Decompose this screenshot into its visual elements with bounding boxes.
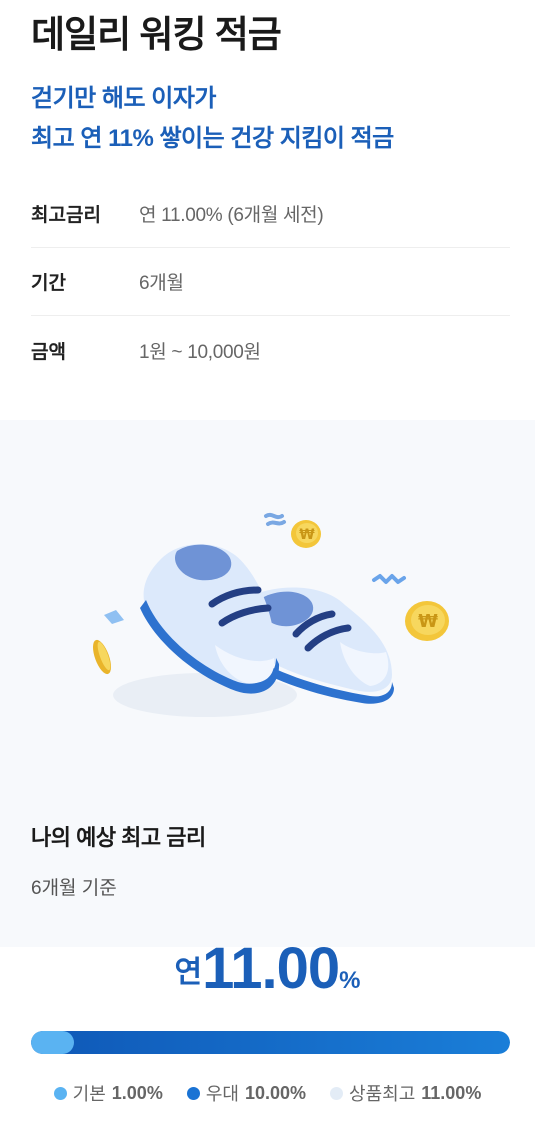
info-row-period: 기간 6개월 bbox=[31, 248, 510, 316]
legend-label: 기본 bbox=[72, 1084, 106, 1104]
info-value: 연 11.00% (6개월 세전) bbox=[139, 205, 324, 226]
preferential-rate-fill bbox=[31, 1031, 510, 1054]
expected-rate-subtitle: 6개월 기준 bbox=[31, 878, 117, 899]
info-value: 1원 ~ 10,000원 bbox=[139, 341, 261, 363]
rate-number: 11.00 bbox=[202, 936, 340, 1001]
info-value: 6개월 bbox=[139, 273, 184, 294]
subtitle-line-1: 걷기만 해도 이자가 bbox=[31, 85, 216, 112]
info-row-amount: 금액 1원 ~ 10,000원 bbox=[31, 316, 510, 384]
expected-rate-value: 연11.00% bbox=[0, 935, 535, 1002]
confetti-icon bbox=[264, 512, 286, 526]
legend-dot-preferential bbox=[186, 1086, 200, 1100]
subtitle-line-2: 최고 연 11% 쌓이는 건강 지킴이 적금 bbox=[31, 125, 394, 152]
legend-label: 우대 bbox=[205, 1084, 239, 1104]
legend-value: 1.00% bbox=[111, 1082, 163, 1103]
legend-value: 11.00% bbox=[421, 1082, 482, 1103]
sneakers-with-coins-illustration: ₩ ₩ bbox=[92, 512, 449, 717]
product-info-list: 최고금리 연 11.00% (6개월 세전) 기간 6개월 금액 1원 ~ 10… bbox=[31, 180, 510, 384]
svg-text:₩: ₩ bbox=[299, 527, 315, 543]
legend-item-base: 기본 1.00% bbox=[53, 1080, 163, 1106]
illustration-section: ₩ ₩ bbox=[0, 420, 535, 947]
coin-icon bbox=[92, 639, 112, 675]
coin-icon: ₩ bbox=[291, 520, 321, 548]
rate-prefix: 연 bbox=[174, 956, 203, 989]
rate-progress-bar bbox=[31, 1031, 510, 1054]
confetti-icon bbox=[104, 610, 124, 624]
page-title: 데일리 워킹 적금 bbox=[31, 14, 282, 55]
legend-item-max: 상품최고 11.00% bbox=[330, 1080, 481, 1106]
rate-unit: % bbox=[339, 967, 361, 994]
legend-label: 상품최고 bbox=[349, 1084, 416, 1104]
rate-legend: 기본 1.00% 우대 10.00% 상품최고 11.00% bbox=[0, 1080, 535, 1106]
info-row-max-rate: 최고금리 연 11.00% (6개월 세전) bbox=[31, 180, 510, 248]
info-label: 기간 bbox=[31, 273, 66, 294]
confetti-icon bbox=[372, 574, 406, 584]
info-label: 금액 bbox=[31, 341, 66, 363]
coin-icon: ₩ bbox=[405, 601, 449, 641]
base-rate-fill bbox=[31, 1031, 75, 1054]
info-label: 최고금리 bbox=[31, 205, 101, 226]
legend-dot-base bbox=[53, 1086, 67, 1100]
legend-item-preferential: 우대 10.00% bbox=[186, 1080, 307, 1106]
legend-dot-max bbox=[330, 1086, 344, 1100]
svg-text:₩: ₩ bbox=[418, 611, 438, 632]
left-sneaker-icon bbox=[140, 544, 280, 694]
expected-rate-title: 나의 예상 최고 금리 bbox=[31, 825, 206, 850]
legend-value: 10.00% bbox=[244, 1082, 307, 1103]
